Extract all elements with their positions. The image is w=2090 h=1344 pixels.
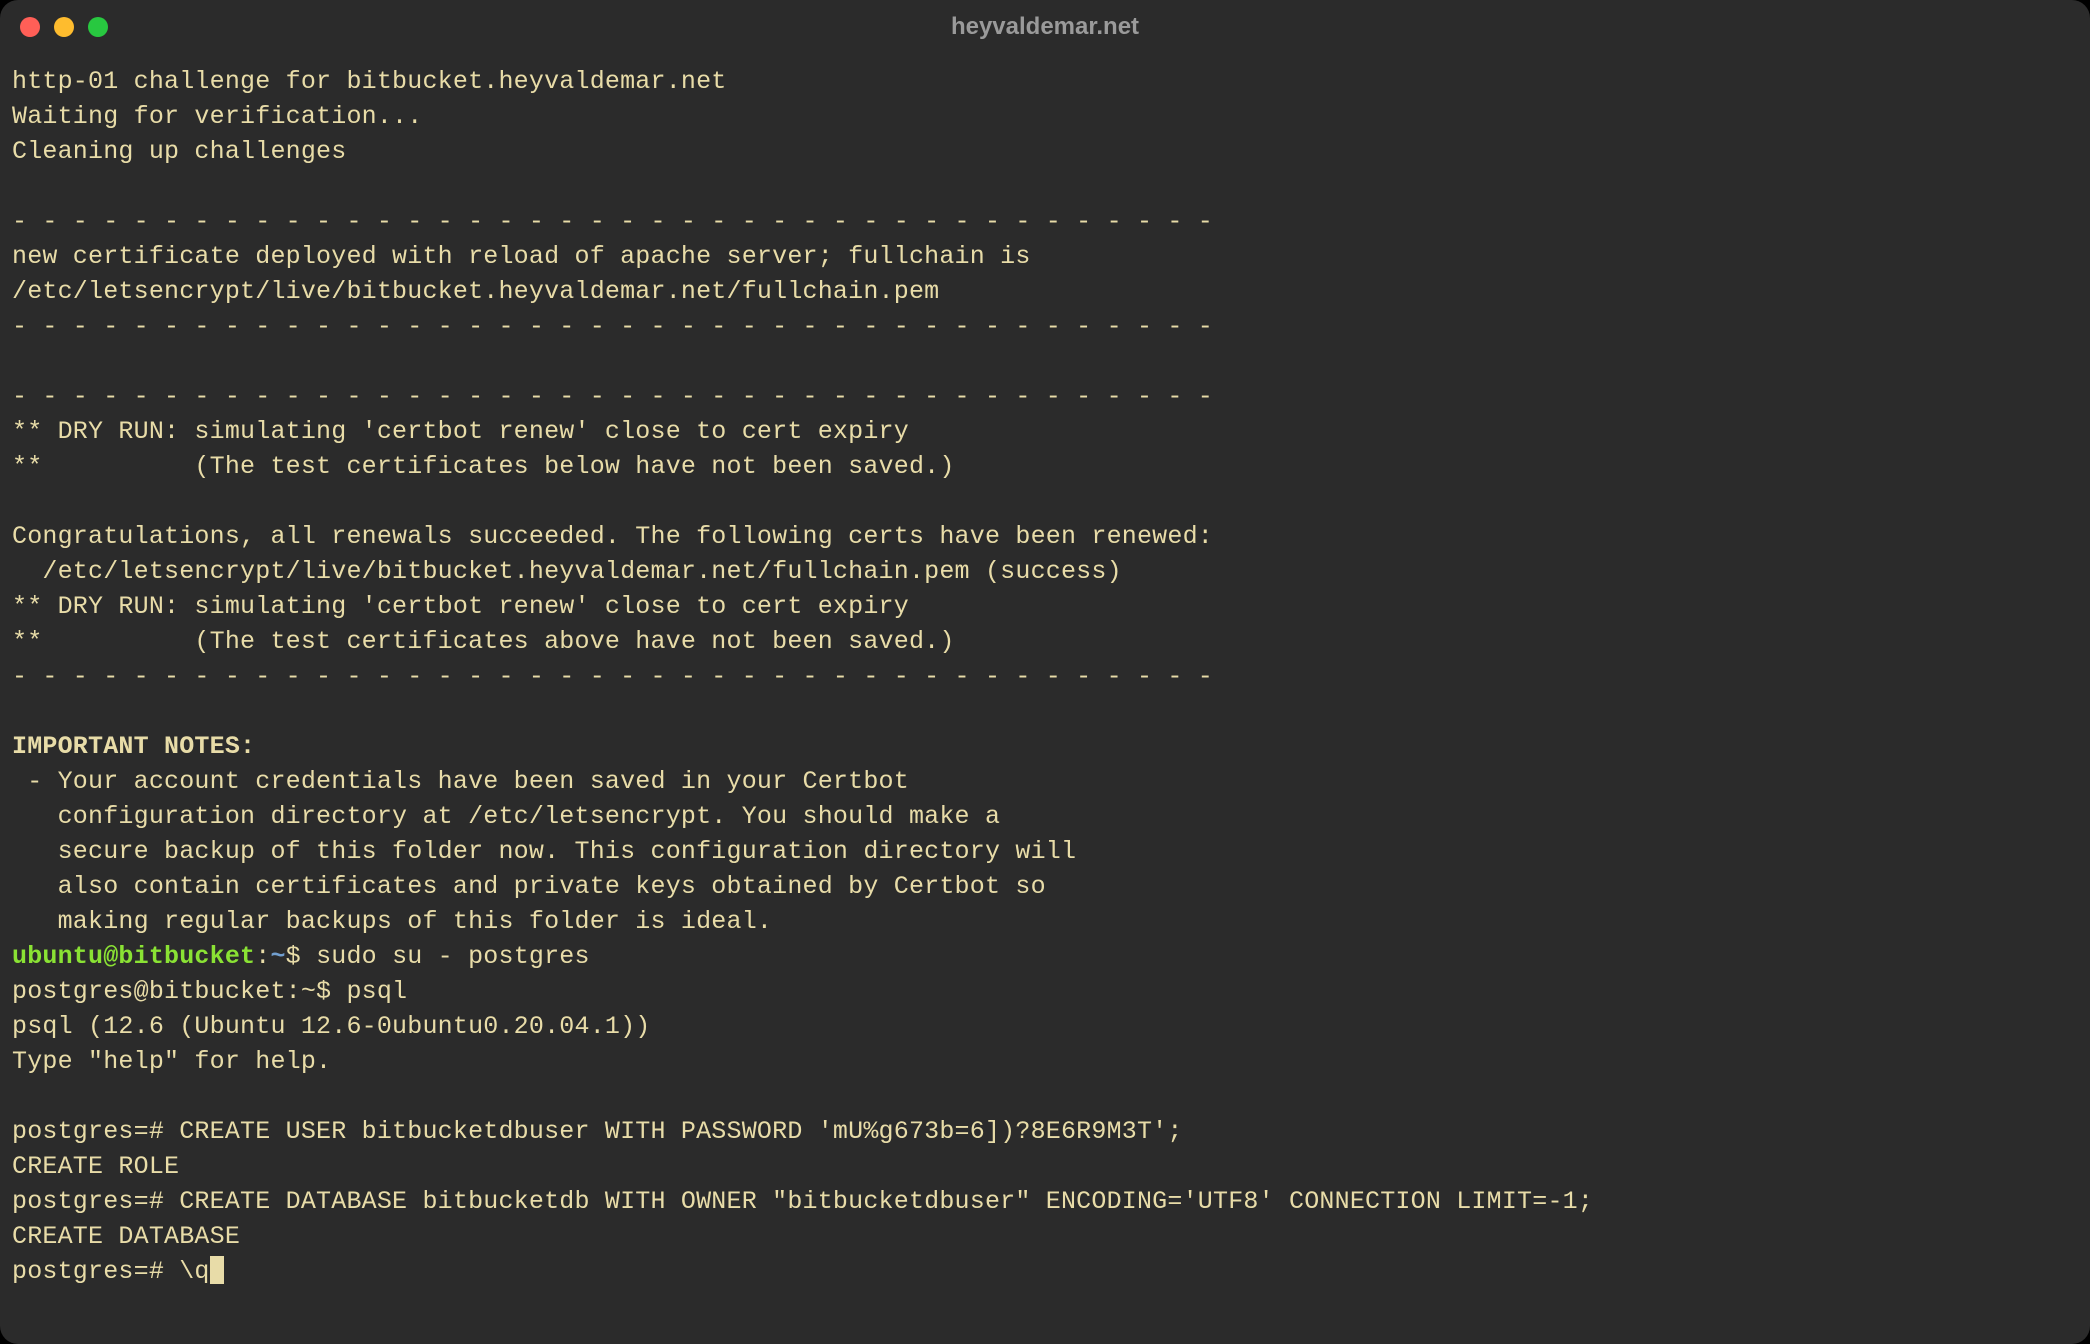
output-line: postgres=# \q <box>12 1257 210 1286</box>
output-line: ** DRY RUN: simulating 'certbot renew' c… <box>12 592 909 621</box>
output-line: configuration directory at /etc/letsencr… <box>12 802 1000 831</box>
output-line: postgres=# CREATE USER bitbucketdbuser W… <box>12 1117 1183 1146</box>
output-line: psql (12.6 (Ubuntu 12.6-0ubuntu0.20.04.1… <box>12 1012 651 1041</box>
output-line: /etc/letsencrypt/live/bitbucket.heyvalde… <box>12 557 1122 586</box>
output-line: CREATE DATABASE <box>12 1222 240 1251</box>
prompt-dollar: $ <box>286 942 316 971</box>
output-line: - Your account credentials have been sav… <box>12 767 909 796</box>
terminal-body[interactable]: http-01 challenge for bitbucket.heyvalde… <box>0 54 2090 1301</box>
output-line: Congratulations, all renewals succeeded.… <box>12 522 1213 551</box>
output-line: postgres@bitbucket:~$ psql <box>12 977 407 1006</box>
output-line: ** (The test certificates above have not… <box>12 627 955 656</box>
output-line: Waiting for verification... <box>12 102 422 131</box>
output-line: Cleaning up challenges <box>12 137 346 166</box>
output-line: - - - - - - - - - - - - - - - - - - - - … <box>12 207 1213 236</box>
maximize-icon[interactable] <box>88 17 108 37</box>
close-icon[interactable] <box>20 17 40 37</box>
prompt-user-host: ubuntu@bitbucket <box>12 942 255 971</box>
command-text: sudo su - postgres <box>316 942 590 971</box>
prompt-separator: : <box>255 942 270 971</box>
terminal-window: heyvaldemar.net http-01 challenge for bi… <box>0 0 2090 1344</box>
output-line: postgres=# CREATE DATABASE bitbucketdb W… <box>12 1187 1593 1216</box>
output-line: ** (The test certificates below have not… <box>12 452 955 481</box>
titlebar: heyvaldemar.net <box>0 0 2090 54</box>
important-notes-heading: IMPORTANT NOTES: <box>12 732 255 761</box>
output-line: /etc/letsencrypt/live/bitbucket.heyvalde… <box>12 277 939 306</box>
window-title: heyvaldemar.net <box>0 13 2090 41</box>
output-line: - - - - - - - - - - - - - - - - - - - - … <box>12 312 1213 341</box>
prompt-path: ~ <box>270 942 285 971</box>
output-line: CREATE ROLE <box>12 1152 179 1181</box>
output-line: - - - - - - - - - - - - - - - - - - - - … <box>12 662 1213 691</box>
output-line: http-01 challenge for bitbucket.heyvalde… <box>12 67 727 96</box>
traffic-lights <box>20 17 108 37</box>
output-line: making regular backups of this folder is… <box>12 907 772 936</box>
output-line: ** DRY RUN: simulating 'certbot renew' c… <box>12 417 909 446</box>
output-line: secure backup of this folder now. This c… <box>12 837 1076 866</box>
cursor-icon <box>210 1256 224 1284</box>
minimize-icon[interactable] <box>54 17 74 37</box>
output-line: new certificate deployed with reload of … <box>12 242 1031 271</box>
output-line: Type "help" for help. <box>12 1047 331 1076</box>
output-line: - - - - - - - - - - - - - - - - - - - - … <box>12 382 1213 411</box>
output-line: also contain certificates and private ke… <box>12 872 1046 901</box>
